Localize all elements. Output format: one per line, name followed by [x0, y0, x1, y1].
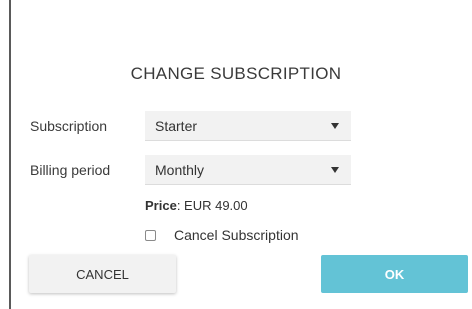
price-value: : EUR 49.00 [176, 198, 248, 213]
price-display: Price: EUR 49.00 [145, 198, 248, 213]
chevron-down-icon [331, 122, 339, 129]
subscription-select[interactable]: Starter [145, 111, 351, 141]
subscription-label: Subscription [30, 118, 108, 134]
cancel-subscription-label: Cancel Subscription [174, 227, 299, 243]
price-label: Price [145, 198, 177, 213]
subscription-select-value: Starter [155, 117, 198, 134]
left-divider [9, 0, 11, 309]
cancel-subscription-checkbox[interactable] [145, 229, 156, 241]
ok-button[interactable]: OK [321, 255, 468, 293]
billing-period-select-value: Monthly [155, 161, 205, 178]
billing-period-row: Billing period Monthly [30, 155, 351, 185]
subscription-row: Subscription Starter [30, 111, 351, 141]
billing-period-label: Billing period [30, 162, 111, 178]
chevron-down-icon [331, 166, 339, 173]
cancel-subscription-option[interactable]: Cancel Subscription [145, 226, 299, 244]
cancel-button[interactable]: CANCEL [29, 255, 176, 293]
dialog-title: CHANGE SUBSCRIPTION [130, 64, 342, 83]
billing-period-select[interactable]: Monthly [145, 155, 351, 185]
